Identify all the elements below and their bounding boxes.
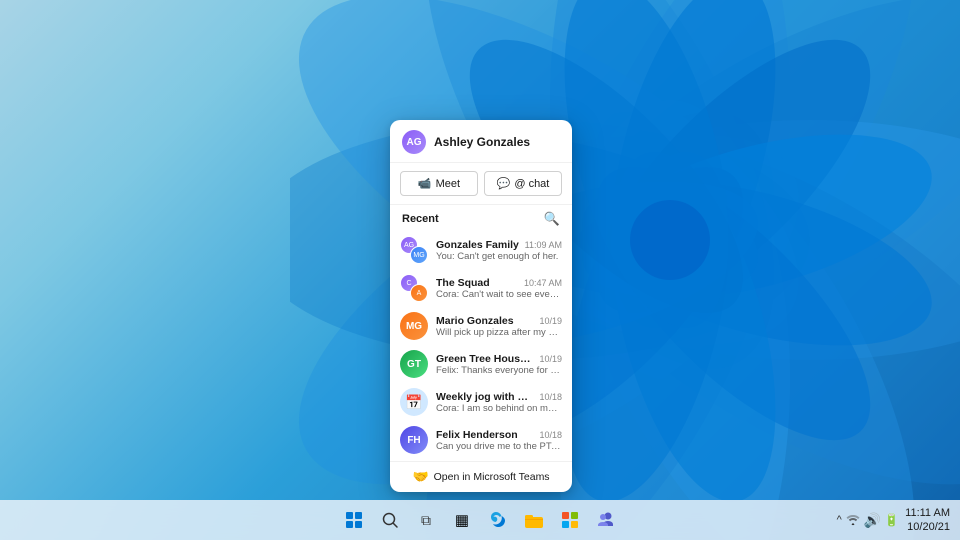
desktop: AG Ashley Gonzales 📹 Meet 💬 @ chat Recen… (0, 0, 960, 540)
list-item[interactable]: C A The Squad 10:47 AM Cora: Can't wait … (390, 269, 572, 307)
list-item[interactable]: FH Felix Henderson 10/18 Can you drive m… (390, 421, 572, 459)
contact-time: 10:47 AM (524, 278, 562, 288)
contact-preview: Cora: I am so behind on my step goals. (436, 403, 562, 414)
file-explorer-button[interactable] (518, 504, 550, 536)
contact-avatar: GT (400, 350, 428, 378)
windows-start-button[interactable] (338, 504, 370, 536)
contact-avatar: FH (400, 426, 428, 454)
contact-list: AG MG Gonzales Family 11:09 AM You: Can'… (390, 231, 572, 461)
group-avatar: C A (400, 274, 428, 302)
volume-icon[interactable]: 🔊 (864, 512, 881, 529)
chat-panel: AG Ashley Gonzales 📹 Meet 💬 @ chat Recen… (390, 120, 572, 492)
contact-preview: Felix: Thanks everyone for attending tod… (436, 365, 562, 376)
contact-avatar: MG (400, 312, 428, 340)
task-view-button[interactable]: ⧉ (410, 504, 442, 536)
contact-name: Gonzales Family (436, 239, 519, 251)
clock[interactable]: 11:11 AM 10/20/21 (905, 506, 950, 535)
contact-name: Mario Gonzales (436, 315, 514, 327)
contact-name: The Squad (436, 277, 490, 289)
open-teams-footer[interactable]: 🤝 Open in Microsoft Teams (390, 461, 572, 492)
edge-icon (488, 510, 508, 530)
taskbar-center: ⧉ ▦ (338, 504, 622, 536)
user-avatar: AG (402, 130, 426, 154)
recent-label: Recent (402, 213, 439, 225)
meet-button[interactable]: 📹 Meet (400, 171, 478, 196)
chat-icon: 💬 (497, 177, 511, 190)
contact-preview: Will pick up pizza after my practice. (436, 327, 562, 338)
list-item[interactable]: MG Mario Gonzales 10/19 Will pick up piz… (390, 307, 572, 345)
search-taskbar-button[interactable] (374, 504, 406, 536)
list-item[interactable]: 📅 Weekly jog with Cora 10/18 Cora: I am … (390, 383, 572, 421)
video-icon: 📹 (418, 177, 432, 190)
battery-icon[interactable]: 🔋 (884, 513, 899, 527)
list-item[interactable]: GT Green Tree House PTA 10/19 Felix: Tha… (390, 345, 572, 383)
system-tray: ^ 🔊 🔋 11:11 AM 10/20/21 (837, 506, 950, 535)
group-avatar: AG MG (400, 236, 428, 264)
teams-icon: 🤝 (412, 469, 428, 485)
contact-time: 11:09 AM (525, 240, 562, 250)
chat-button[interactable]: 💬 @ chat (484, 171, 562, 196)
store-button[interactable] (554, 504, 586, 536)
taskbar: ⧉ ▦ (0, 500, 960, 540)
contact-time: 10/18 (539, 430, 562, 440)
search-icon (381, 511, 399, 529)
contact-name: Green Tree House PTA (436, 353, 535, 365)
edge-button[interactable] (482, 504, 514, 536)
footer-text: Open in Microsoft Teams (434, 471, 550, 483)
contact-time: 10/19 (539, 316, 562, 326)
store-icon (560, 510, 580, 530)
contact-preview: Cora: Can't wait to see everyone! (436, 289, 562, 300)
user-name: Ashley Gonzales (434, 135, 530, 149)
contact-preview: You: Can't get enough of her. (436, 251, 562, 262)
teams-icon (596, 510, 616, 530)
widgets-button[interactable]: ▦ (446, 504, 478, 536)
clock-time: 11:11 AM (905, 506, 950, 520)
contact-name: Felix Henderson (436, 429, 518, 441)
contact-name: Weekly jog with Cora (436, 391, 535, 403)
contact-time: 10/19 (539, 354, 562, 364)
contact-avatar: 📅 (400, 388, 428, 416)
panel-header: AG Ashley Gonzales (390, 120, 572, 163)
wifi-icon[interactable] (845, 512, 861, 529)
clock-date: 10/20/21 (905, 520, 950, 534)
contact-time: 10/18 (539, 392, 562, 402)
file-explorer-icon (524, 511, 544, 529)
tray-icons: ^ 🔊 🔋 (837, 512, 900, 529)
contact-preview: Can you drive me to the PTA today? (436, 441, 562, 452)
teams-chat-button[interactable] (590, 504, 622, 536)
chevron-icon[interactable]: ^ (837, 514, 842, 526)
recent-header: Recent 🔍 (390, 205, 572, 231)
list-item[interactable]: AG MG Gonzales Family 11:09 AM You: Can'… (390, 231, 572, 269)
search-button[interactable]: 🔍 (544, 211, 560, 227)
action-buttons: 📹 Meet 💬 @ chat (390, 163, 572, 205)
